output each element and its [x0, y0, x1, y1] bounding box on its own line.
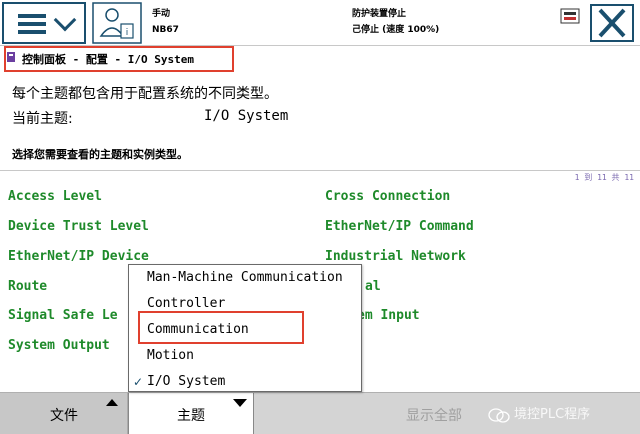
topic-route[interactable]: Route	[8, 279, 47, 294]
topic-cross-connection[interactable]: Cross Connection	[325, 189, 450, 204]
topic-device-trust-level[interactable]: Device Trust Level	[8, 219, 149, 234]
run-status: 己停止 (速度 100%)	[352, 25, 440, 35]
topic-description: 每个主题都包含用于配置系统的不同类型。	[12, 86, 278, 102]
current-topic-label: 当前主题:	[12, 111, 73, 127]
protection-status: 防护装置停止	[352, 9, 407, 19]
menu-item-man-machine-communication[interactable]: Man-Machine Communication	[147, 270, 343, 285]
current-topic-value: I/O System	[204, 108, 289, 124]
wechat-icon	[488, 408, 510, 423]
topic-menu-button[interactable]: 主题	[128, 393, 254, 434]
control-panel-icon	[7, 52, 15, 62]
bottom-bar: 文件 主题 显示全部 境控PLC程序	[0, 392, 640, 434]
top-bar: i 手动 NB67 防护装置停止 己停止 (速度 100%)	[0, 0, 640, 46]
file-menu-button[interactable]: 文件	[0, 393, 128, 434]
topic-access-level[interactable]: Access Level	[8, 189, 102, 204]
topic-menu-label: 主题	[177, 408, 205, 424]
controller-mode-status: 手动 NB67	[152, 6, 179, 38]
device-name: NB67	[152, 25, 179, 35]
topic-system-input[interactable]: em Input	[357, 308, 420, 323]
controller-run-status: 防护装置停止 己停止 (速度 100%)	[352, 6, 439, 38]
instruction-text: 选择您需要查看的主题和实例类型。	[12, 148, 188, 161]
topic-signal-safe-level[interactable]: Signal Safe Le	[8, 308, 118, 323]
close-icon	[598, 8, 626, 38]
breadcrumb: 控制面板 - 配置 - I/O System	[22, 53, 194, 66]
show-all-button[interactable]: 显示全部	[406, 405, 462, 425]
svg-text:i: i	[126, 28, 129, 38]
menu-item-controller[interactable]: Controller	[147, 296, 225, 311]
chevron-down-icon	[53, 8, 77, 32]
topic-industrial-network[interactable]: Industrial Network	[325, 249, 466, 264]
menu-item-io-system[interactable]: I/O System	[147, 374, 225, 389]
file-menu-label: 文件	[50, 408, 78, 424]
communication-highlight	[138, 311, 304, 344]
main-menu-button[interactable]	[2, 2, 86, 44]
topic-signal[interactable]: al	[365, 279, 381, 294]
close-button[interactable]	[590, 4, 634, 42]
triangle-up-icon	[106, 399, 118, 406]
checkmark-icon: ✓	[133, 375, 144, 389]
window-title-bar: 控制面板 - 配置 - I/O System	[0, 46, 640, 72]
topic-ethernet-ip-command[interactable]: EtherNet/IP Command	[325, 219, 474, 234]
operator-window-icon[interactable]: i	[92, 2, 142, 44]
page-counter: 1 到 11 共 11	[574, 173, 634, 182]
mode-text: 手动	[152, 9, 171, 19]
hamburger-icon	[18, 14, 46, 34]
menu-item-motion[interactable]: Motion	[147, 348, 194, 363]
triangle-down-icon	[233, 399, 247, 407]
status-bar-icon[interactable]	[560, 8, 580, 24]
topic-ethernet-ip-device[interactable]: EtherNet/IP Device	[8, 249, 149, 264]
divider	[0, 170, 640, 171]
watermark-text: 境控PLC程序	[514, 407, 591, 422]
topic-system-output[interactable]: System Output	[8, 338, 110, 353]
